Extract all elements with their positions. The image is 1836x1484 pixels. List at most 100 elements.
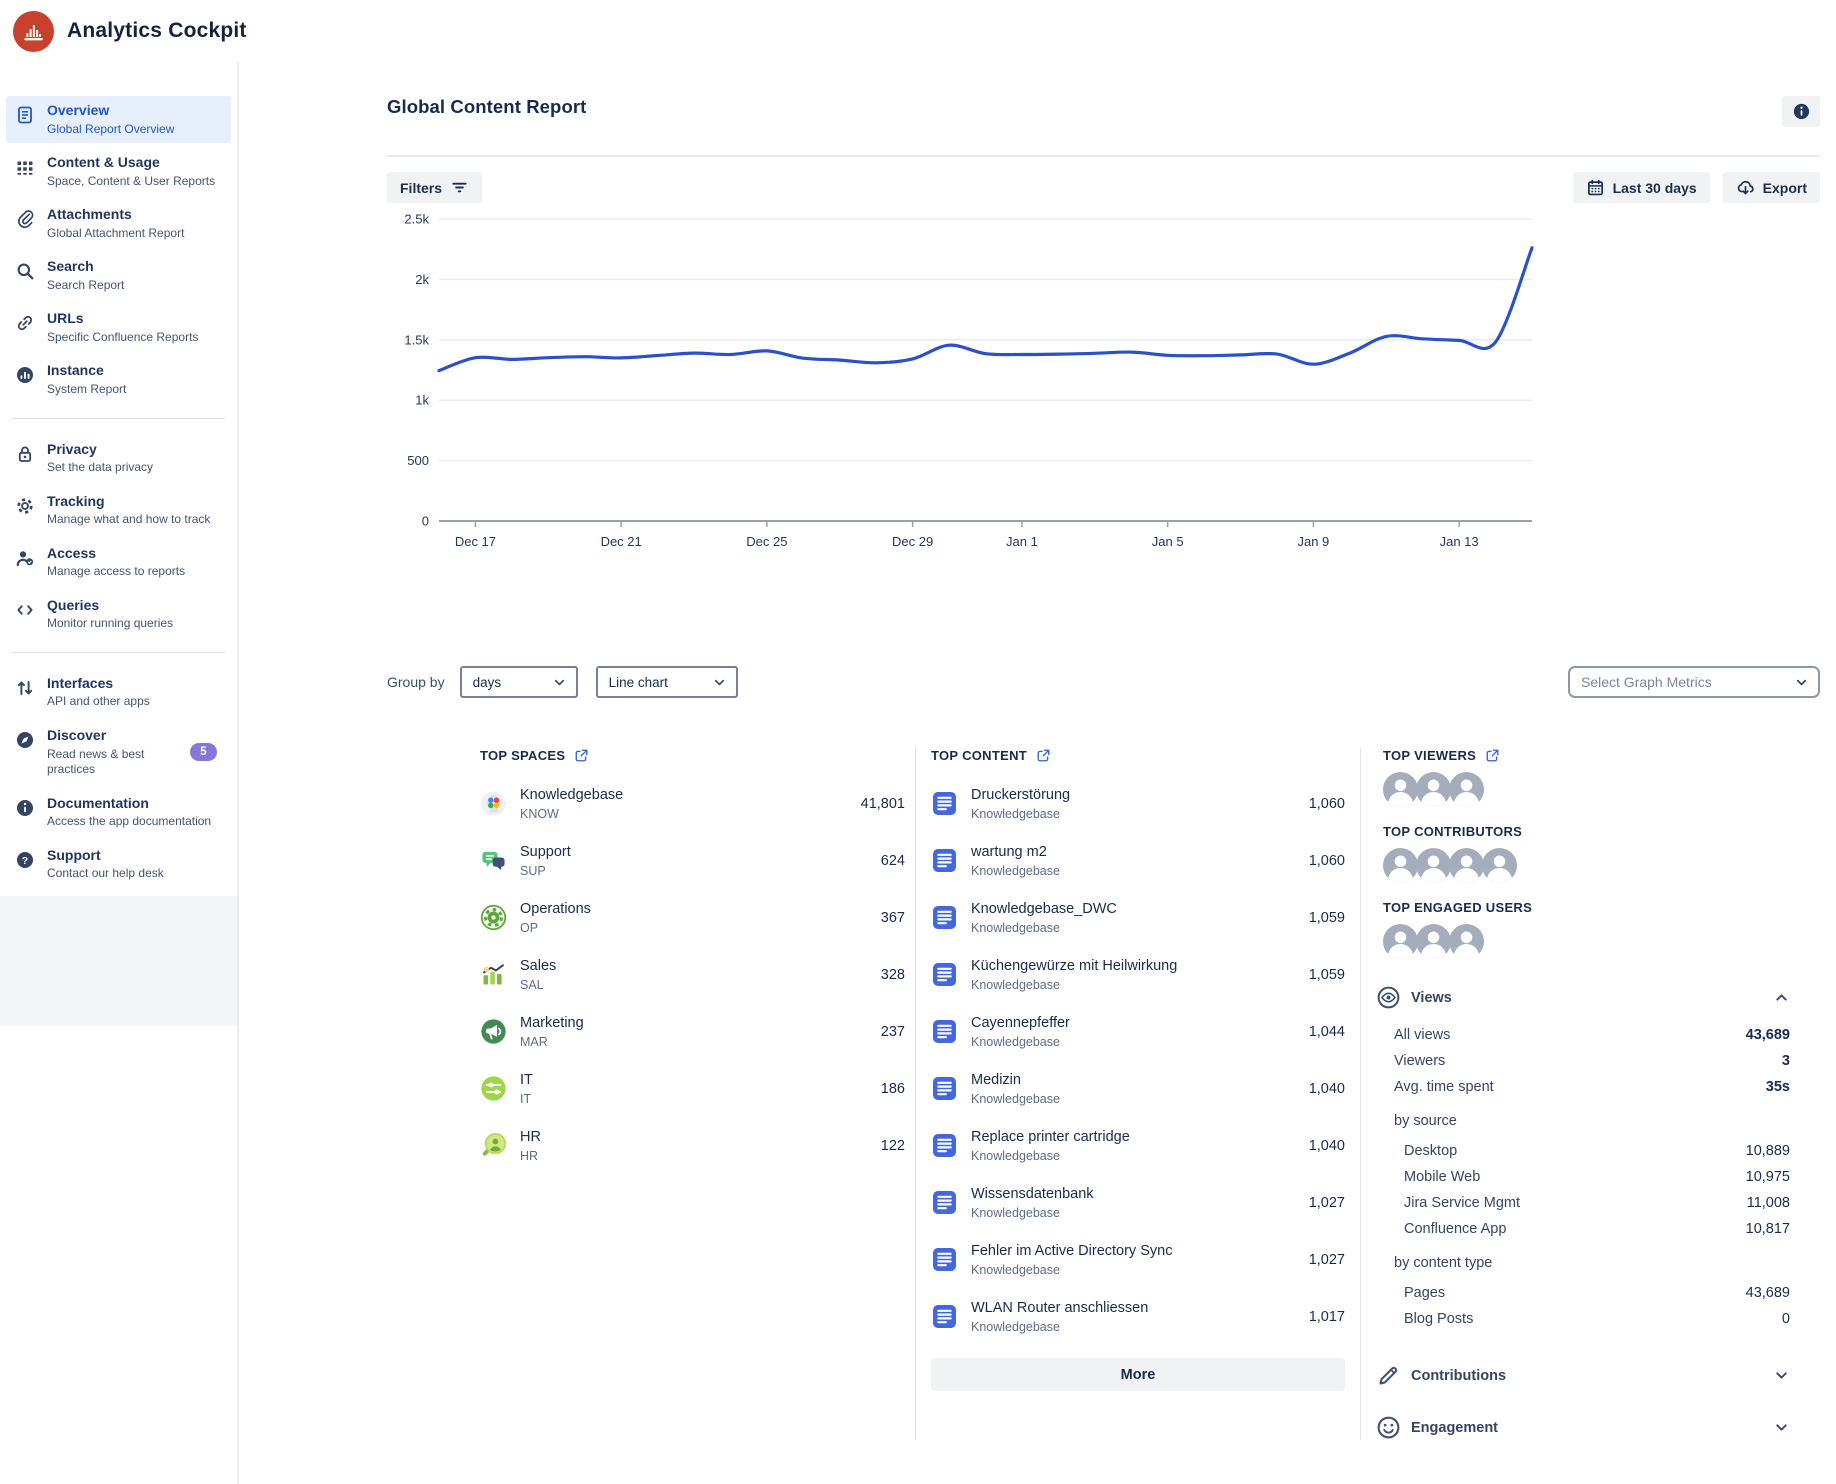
more-button[interactable]: More bbox=[931, 1358, 1345, 1391]
content-row-fehler-im-active-directory-sync[interactable]: Fehler im Active Directory Sync Knowledg… bbox=[931, 1231, 1345, 1288]
external-link-icon[interactable] bbox=[1036, 748, 1051, 763]
content-views-count: 1,044 bbox=[1299, 1024, 1345, 1040]
content-row-wissensdatenbank[interactable]: Wissensdatenbank Knowledgebase 1,027 bbox=[931, 1174, 1345, 1231]
sidebar-item-interfaces[interactable]: Interfaces API and other apps bbox=[6, 669, 231, 716]
space-row-operations[interactable]: Operations OP 367 bbox=[480, 889, 905, 946]
space-row-it[interactable]: IT IT 186 bbox=[480, 1060, 905, 1117]
external-link-icon[interactable] bbox=[1485, 748, 1500, 763]
space-views-count: 186 bbox=[871, 1081, 905, 1097]
breakdown-row-pages: Pages 43,689 bbox=[1404, 1280, 1790, 1306]
sidebar-item-label: Documentation bbox=[47, 795, 211, 813]
chart-type-select[interactable]: Line chart bbox=[596, 666, 738, 698]
content-row-cayennepfeffer[interactable]: Cayennepfeffer Knowledgebase 1,044 bbox=[931, 1003, 1345, 1060]
sidebar-item-queries[interactable]: Queries Monitor running queries bbox=[6, 591, 231, 638]
breakdown-row-desktop: Desktop 10,889 bbox=[1404, 1138, 1790, 1164]
sidebar-item-overview[interactable]: Overview Global Report Overview bbox=[6, 96, 231, 143]
breakdown-value: 10,975 bbox=[1746, 1169, 1790, 1185]
breakdown-row-jira-service-mgmt: Jira Service Mgmt 11,008 bbox=[1404, 1190, 1790, 1216]
content-row-k-chengew-rze-mit-heilwirkung[interactable]: Küchengewürze mit Heilwirkung Knowledgeb… bbox=[931, 946, 1345, 1003]
sidebar-item-privacy[interactable]: Privacy Set the data privacy bbox=[6, 435, 231, 482]
sidebar-item-search[interactable]: Search Search Report bbox=[6, 252, 231, 299]
content-views-count: 1,060 bbox=[1299, 796, 1345, 812]
external-link-icon[interactable] bbox=[574, 748, 589, 763]
top-viewers-avatars bbox=[1383, 772, 1790, 807]
top-content-section: TOP CONTENT Druckerstörung Knowledgebase… bbox=[915, 748, 1360, 1440]
group-by-select[interactable]: days bbox=[460, 666, 578, 698]
sidebar-item-attachments[interactable]: Attachments Global Attachment Report bbox=[6, 200, 231, 247]
svg-text:Dec 21: Dec 21 bbox=[601, 534, 642, 549]
content-space: Knowledgebase bbox=[971, 1092, 1060, 1106]
sidebar-item-documentation[interactable]: Documentation Access the app documentati… bbox=[6, 789, 231, 836]
date-range-button[interactable]: Last 30 days bbox=[1573, 172, 1710, 203]
space-row-sales[interactable]: Sales SAL 328 bbox=[480, 946, 905, 1003]
svg-text:Dec 29: Dec 29 bbox=[892, 534, 933, 549]
avatar[interactable] bbox=[1449, 924, 1484, 959]
chevron-down-icon bbox=[1794, 675, 1809, 690]
contributions-section-toggle[interactable]: Contributions bbox=[1376, 1363, 1790, 1388]
top-engaged-users-avatars bbox=[1383, 924, 1790, 959]
sidebar-item-label: Overview bbox=[47, 102, 174, 120]
engagement-section-toggle[interactable]: Engagement bbox=[1376, 1415, 1790, 1440]
sidebar-group-misc: Interfaces API and other apps Discover R… bbox=[0, 669, 237, 893]
space-row-knowledgebase[interactable]: Knowledgebase KNOW 41,801 bbox=[480, 775, 905, 832]
content-row-druckerst-rung[interactable]: Druckerstörung Knowledgebase 1,060 bbox=[931, 775, 1345, 832]
avatar[interactable] bbox=[1383, 924, 1418, 959]
avatar[interactable] bbox=[1416, 772, 1451, 807]
svg-text:2.5k: 2.5k bbox=[404, 212, 429, 227]
sidebar-item-sub: Access the app documentation bbox=[47, 814, 211, 830]
info-icon[interactable] bbox=[1782, 96, 1820, 127]
chart-type-value: Line chart bbox=[609, 675, 668, 690]
avatar[interactable] bbox=[1482, 848, 1517, 883]
svg-text:Jan 5: Jan 5 bbox=[1152, 534, 1184, 549]
sidebar-item-tracking[interactable]: Tracking Manage what and how to track bbox=[6, 487, 231, 534]
space-marketing-icon bbox=[480, 1018, 507, 1045]
filters-button[interactable]: Filters bbox=[387, 172, 482, 203]
sidebar-item-content-usage[interactable]: Content & Usage Space, Content & User Re… bbox=[6, 148, 231, 195]
cloud-download-icon bbox=[1736, 178, 1755, 197]
sidebar-item-support[interactable]: ? Support Contact our help desk bbox=[6, 841, 231, 888]
space-name: IT bbox=[520, 1071, 533, 1089]
svg-text:?: ? bbox=[22, 855, 28, 867]
content-row-replace-printer-cartridge[interactable]: Replace printer cartridge Knowledgebase … bbox=[931, 1117, 1345, 1174]
space-it-icon bbox=[480, 1075, 507, 1102]
content-title: Druckerstörung bbox=[971, 786, 1070, 804]
content-space: Knowledgebase bbox=[971, 1035, 1070, 1049]
sidebar-item-instance[interactable]: Instance System Report bbox=[6, 356, 231, 403]
space-key: MAR bbox=[520, 1035, 584, 1049]
space-row-hr[interactable]: HR HR 122 bbox=[480, 1117, 905, 1174]
avatar[interactable] bbox=[1449, 772, 1484, 807]
svg-text:1.5k: 1.5k bbox=[404, 332, 429, 347]
content-title: Cayennepfeffer bbox=[971, 1014, 1070, 1032]
sidebar-group-admin: Privacy Set the data privacy Tracking Ma… bbox=[0, 435, 237, 643]
avatar[interactable] bbox=[1416, 848, 1451, 883]
chevron-down-icon bbox=[552, 675, 567, 690]
stat-row-viewers: Viewers 3 bbox=[1394, 1048, 1790, 1074]
space-support-icon bbox=[480, 847, 507, 874]
space-row-marketing[interactable]: Marketing MAR 237 bbox=[480, 1003, 905, 1060]
compass-icon bbox=[15, 730, 35, 750]
avatar[interactable] bbox=[1383, 848, 1418, 883]
space-views-count: 367 bbox=[871, 910, 905, 926]
space-row-support[interactable]: Support SUP 624 bbox=[480, 832, 905, 889]
views-section-toggle[interactable]: Views bbox=[1376, 985, 1790, 1010]
document-icon bbox=[931, 1018, 958, 1045]
graph-metrics-select[interactable]: Select Graph Metrics bbox=[1568, 666, 1820, 698]
sidebar-item-sub: Read news & best practices bbox=[47, 747, 190, 778]
sidebar-item-sub: Set the data privacy bbox=[47, 460, 153, 476]
content-row-knowledgebase-dwc[interactable]: Knowledgebase_DWC Knowledgebase 1,059 bbox=[931, 889, 1345, 946]
content-row-medizin[interactable]: Medizin Knowledgebase 1,040 bbox=[931, 1060, 1345, 1117]
content-row-wartung-m2[interactable]: wartung m2 Knowledgebase 1,060 bbox=[931, 832, 1345, 889]
export-button[interactable]: Export bbox=[1723, 172, 1820, 203]
report-icon bbox=[15, 105, 35, 125]
sidebar-item-urls[interactable]: URLs Specific Confluence Reports bbox=[6, 304, 231, 351]
avatar[interactable] bbox=[1383, 772, 1418, 807]
avatar[interactable] bbox=[1416, 924, 1451, 959]
avatar[interactable] bbox=[1449, 848, 1484, 883]
by-content-type-heading: by content type bbox=[1394, 1255, 1790, 1271]
sidebar-item-access[interactable]: Access Manage access to reports bbox=[6, 539, 231, 586]
content-row-wlan-router-anschliessen[interactable]: WLAN Router anschliessen Knowledgebase 1… bbox=[931, 1288, 1345, 1345]
content-views-count: 1,060 bbox=[1299, 853, 1345, 869]
sidebar-item-discover[interactable]: Discover Read news & best practices 5 bbox=[6, 721, 231, 784]
code-icon bbox=[15, 600, 35, 620]
stat-label: Viewers bbox=[1394, 1053, 1445, 1069]
